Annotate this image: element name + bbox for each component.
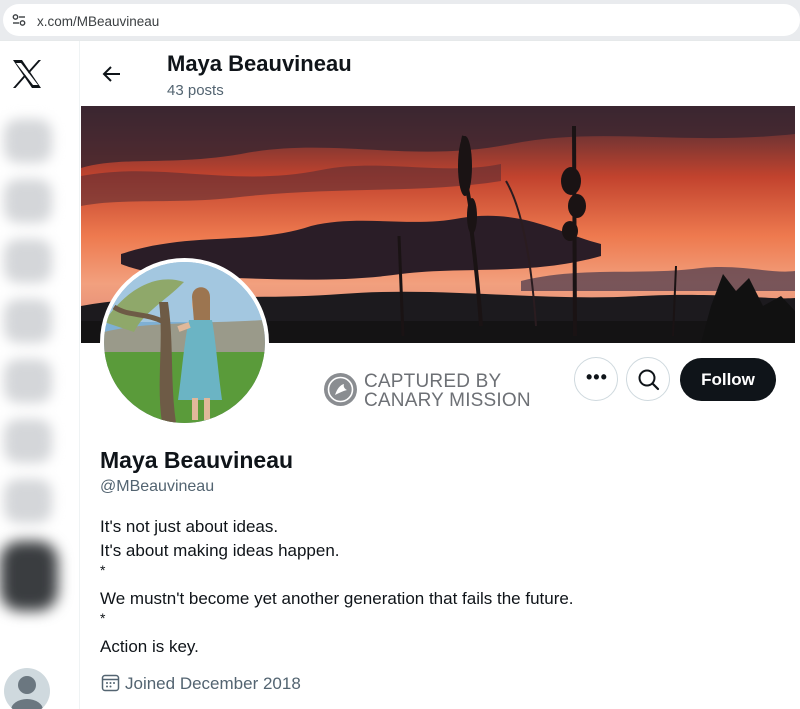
profile-avatar[interactable] bbox=[100, 258, 269, 427]
default-avatar-icon bbox=[11, 676, 43, 709]
site-settings-icon[interactable] bbox=[11, 12, 27, 28]
x-logo-icon[interactable] bbox=[10, 57, 44, 91]
canary-bird-icon bbox=[324, 373, 357, 406]
nav-item-blurred[interactable] bbox=[4, 479, 52, 523]
profile-name: Maya Beauvineau bbox=[100, 447, 294, 473]
nav-item-blurred[interactable] bbox=[4, 359, 52, 403]
bio-line: It's about making ideas happen. bbox=[100, 541, 340, 560]
bio-line: Action is key. bbox=[100, 637, 199, 656]
profile-handle: @MBeauvineau bbox=[100, 478, 215, 495]
back-arrow-icon[interactable] bbox=[100, 62, 124, 86]
search-button[interactable] bbox=[626, 357, 670, 401]
more-button[interactable]: ••• bbox=[574, 357, 618, 401]
nav-item-blurred[interactable] bbox=[4, 419, 52, 463]
account-avatar[interactable] bbox=[4, 668, 50, 709]
address-field[interactable]: x.com/MBeauvineau bbox=[3, 4, 800, 36]
joined-text: Joined December 2018 bbox=[125, 674, 301, 693]
url-text[interactable]: x.com/MBeauvineau bbox=[37, 14, 159, 29]
calendar-icon bbox=[101, 674, 120, 692]
follow-button[interactable]: Follow bbox=[680, 358, 776, 401]
nav-item-blurred[interactable] bbox=[4, 119, 52, 163]
bio-line: It's not just about ideas. bbox=[100, 517, 279, 536]
search-icon bbox=[638, 369, 660, 391]
left-nav bbox=[0, 41, 80, 709]
browser-address-bar: x.com/MBeauvineau bbox=[0, 0, 800, 40]
nav-item-blurred[interactable] bbox=[4, 239, 52, 283]
profile-bio: It's not just about ideas. It's about ma… bbox=[100, 515, 574, 659]
post-count: 43 posts bbox=[167, 82, 224, 99]
joined-date: Joined December 2018 bbox=[101, 673, 301, 694]
nav-item-blurred[interactable] bbox=[4, 299, 52, 343]
divider bbox=[0, 40, 800, 41]
post-button-blurred[interactable] bbox=[0, 541, 58, 611]
bio-line: We mustn't become yet another generation… bbox=[100, 589, 574, 608]
bio-line: * bbox=[100, 610, 106, 626]
nav-item-blurred[interactable] bbox=[4, 179, 52, 223]
stamp-line-2: CANARY MISSION bbox=[364, 390, 531, 411]
bio-line: * bbox=[100, 562, 106, 578]
header-name: Maya Beauvineau bbox=[167, 51, 352, 76]
more-icon: ••• bbox=[586, 367, 608, 387]
